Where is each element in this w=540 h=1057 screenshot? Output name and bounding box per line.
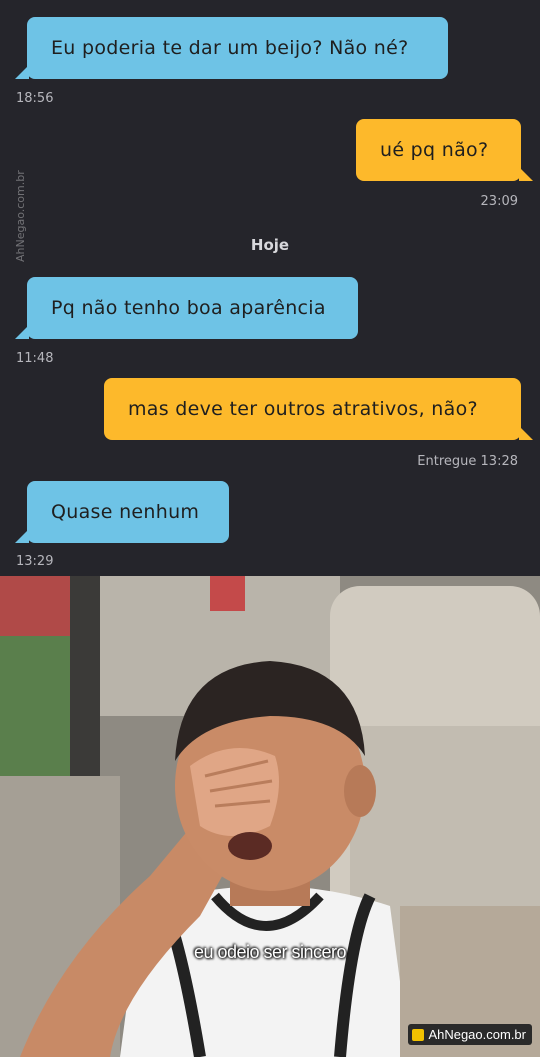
message-text: ué pq não? — [380, 139, 489, 161]
message-status-time: Entregue 13:28 — [417, 454, 518, 469]
watermark: AhNegao.com.br — [14, 170, 27, 262]
meme-photo — [0, 576, 540, 1057]
day-separator: Hoje — [250, 236, 290, 254]
message-time: 23:09 — [480, 194, 518, 209]
watermark-text: AhNegao.com.br — [428, 1027, 526, 1042]
watermark-badge: AhNegao.com.br — [408, 1024, 532, 1045]
logo-icon — [412, 1028, 425, 1041]
message-time: 13:29 — [16, 554, 54, 569]
message-text: mas deve ter outros atrativos, não? — [128, 398, 478, 420]
crying-child-image — [0, 576, 540, 1057]
message-bubble-incoming[interactable]: Pq não tenho boa aparência — [15, 277, 358, 339]
message-time: 11:48 — [16, 351, 54, 366]
message-bubble-outgoing[interactable]: ué pq não? — [356, 119, 533, 181]
message-bubble-incoming[interactable]: Quase nenhum — [15, 481, 229, 543]
message-time: 18:56 — [16, 91, 54, 106]
message-bubble-outgoing[interactable]: mas deve ter outros atrativos, não? — [104, 378, 533, 440]
message-bubble-incoming[interactable]: Eu poderia te dar um beijo? Não né? — [15, 17, 448, 79]
message-text: Quase nenhum — [51, 501, 200, 523]
message-text: Pq não tenho boa aparência — [51, 297, 326, 319]
chat-screen: Eu poderia te dar um beijo? Não né? 18:5… — [0, 0, 540, 576]
message-text: Eu poderia te dar um beijo? Não né? — [51, 37, 409, 59]
meme-caption: eu odeio ser sincero — [193, 942, 347, 962]
